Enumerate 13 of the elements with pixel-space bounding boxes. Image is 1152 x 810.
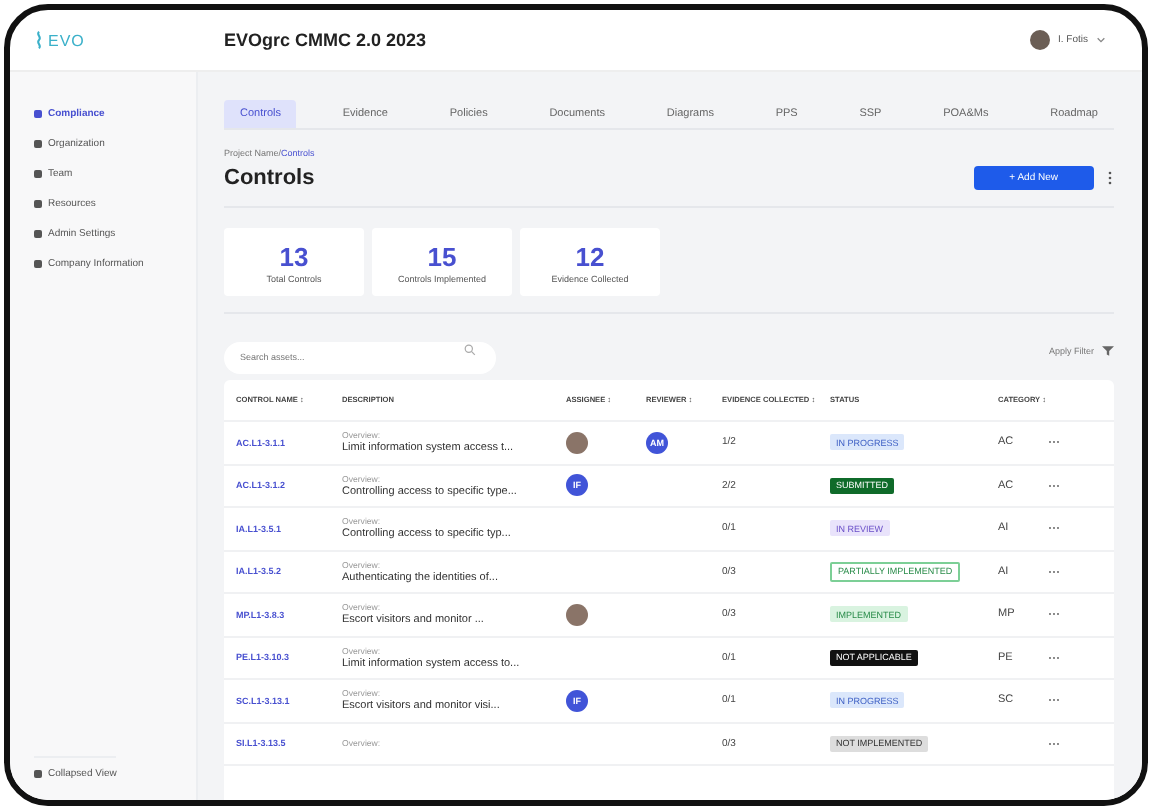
assignee-avatar (566, 603, 588, 626)
page-title: Controls (224, 166, 315, 190)
search-icon (464, 344, 476, 356)
assignee-avatar (566, 431, 588, 454)
filter-icon[interactable] (1102, 345, 1114, 355)
chevron-down-icon[interactable] (1096, 36, 1106, 44)
app-title: EVOgrc CMMC 2.0 2023 (224, 30, 429, 50)
stat-value: 15 (427, 241, 457, 271)
logo-icon (34, 30, 44, 50)
user-avatar (1029, 30, 1050, 50)
logo-text: EVO (48, 31, 85, 49)
stat-value: 12 (575, 241, 605, 271)
stat-value: 13 (279, 241, 309, 271)
